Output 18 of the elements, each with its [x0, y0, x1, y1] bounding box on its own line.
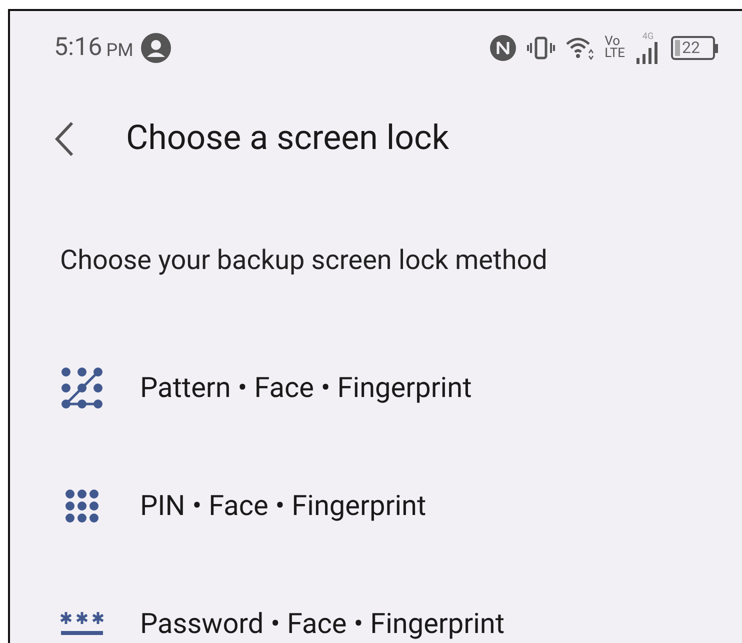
- clock-ampm: PM: [106, 38, 134, 62]
- clock-time: 5:16: [54, 32, 102, 64]
- lock-option[interactable]: Pattern • Face • Fingerprint: [10, 328, 742, 446]
- password-icon: [60, 611, 104, 636]
- wifi-icon: [564, 36, 595, 60]
- pattern-icon: [60, 366, 104, 410]
- battery-icon: 22: [671, 36, 718, 60]
- back-icon[interactable]: [54, 120, 74, 156]
- page-title: Choose a screen lock: [126, 117, 450, 160]
- nfc-icon: [488, 34, 517, 62]
- subtitle: Choose your backup screen lock method: [60, 243, 548, 278]
- profile-icon: [141, 33, 172, 63]
- volte-label: LTE: [604, 48, 625, 60]
- lock-option[interactable]: PIN • Face • Fingerprint: [10, 446, 742, 564]
- lock-option[interactable]: Password • Face • Fingerprint: [10, 564, 742, 643]
- volte-label: Vo: [604, 36, 620, 48]
- network-type: 4G: [642, 32, 654, 42]
- vibrate-icon: [526, 36, 555, 60]
